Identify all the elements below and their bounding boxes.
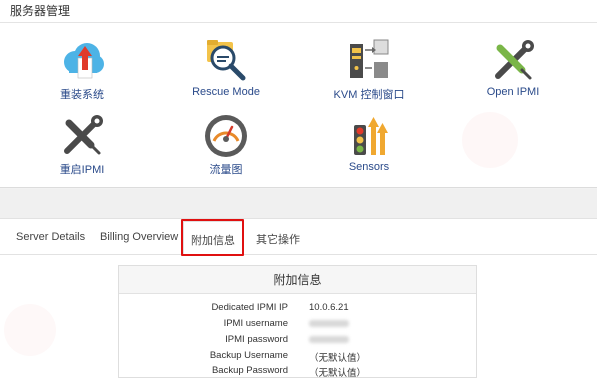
panel-title: 服务器管理 — [10, 4, 71, 18]
rescue-mode-button[interactable]: Rescue Mode — [166, 36, 286, 98]
info-value: （无默认值） — [309, 368, 367, 378]
info-key: Dedicated IPMI IP — [211, 302, 288, 313]
tool-label: 重启IPMI — [59, 164, 105, 176]
cloud-upload-icon — [57, 36, 107, 86]
tab-divider — [0, 254, 597, 255]
divider — [0, 22, 597, 23]
info-value-redacted — [309, 334, 349, 345]
traffic-graph-button[interactable]: 流量图 — [166, 111, 286, 177]
additional-info-card: 附加信息 Dedicated IPMI IP 10.0.6.21 IPMI us… — [118, 265, 477, 378]
info-row: Backup Username （无默认值） — [119, 350, 478, 366]
restart-ipmi-button[interactable]: 重启IPMI — [22, 111, 142, 177]
info-key: IPMI username — [223, 318, 288, 329]
card-title: 附加信息 — [119, 266, 476, 294]
sensors-icon — [344, 111, 394, 161]
kvm-console-button[interactable]: KVM 控制窗口 — [309, 36, 429, 102]
info-row: Dedicated IPMI IP 10.0.6.21 — [119, 302, 478, 318]
folder-search-icon — [201, 36, 251, 86]
wrench-screwdriver-icon — [488, 36, 538, 86]
sensors-button[interactable]: Sensors — [309, 111, 429, 173]
tab-billing-overview[interactable]: Billing Overview — [100, 231, 178, 243]
section-gap — [0, 189, 597, 218]
kvm-console-icon — [344, 36, 394, 86]
tool-label: Rescue Mode — [192, 86, 260, 98]
reinstall-os-button[interactable]: 重装系统 — [22, 36, 142, 102]
wrench-screwdriver-icon — [57, 111, 107, 161]
info-row: Backup Password （无默认值） — [119, 365, 478, 378]
tool-label: 重装系统 — [60, 89, 104, 101]
tool-label: Sensors — [348, 161, 390, 173]
info-value: （无默认值） — [309, 353, 367, 364]
info-row: IPMI password — [119, 334, 478, 350]
info-row: IPMI username — [119, 318, 478, 334]
info-value-redacted — [309, 318, 349, 329]
info-key: Backup Password — [211, 365, 288, 376]
info-value: 10.0.6.21 — [309, 302, 349, 313]
tool-label: 流量图 — [209, 164, 243, 176]
tab-other-operations[interactable]: 其它操作 — [256, 231, 300, 247]
tool-label: Open IPMI — [486, 86, 540, 98]
tab-server-details[interactable]: Server Details — [16, 231, 85, 243]
info-key: Backup Username — [209, 350, 288, 361]
server-management-panel: 服务器管理 重装系统 Rescue Mode KVM 控制窗口 Open IPM… — [0, 0, 597, 188]
info-key: IPMI password — [225, 334, 288, 345]
gauge-icon — [201, 111, 251, 161]
tool-label: KVM 控制窗口 — [333, 89, 405, 101]
open-ipmi-button[interactable]: Open IPMI — [453, 36, 573, 98]
tab-highlight-box — [181, 219, 244, 256]
